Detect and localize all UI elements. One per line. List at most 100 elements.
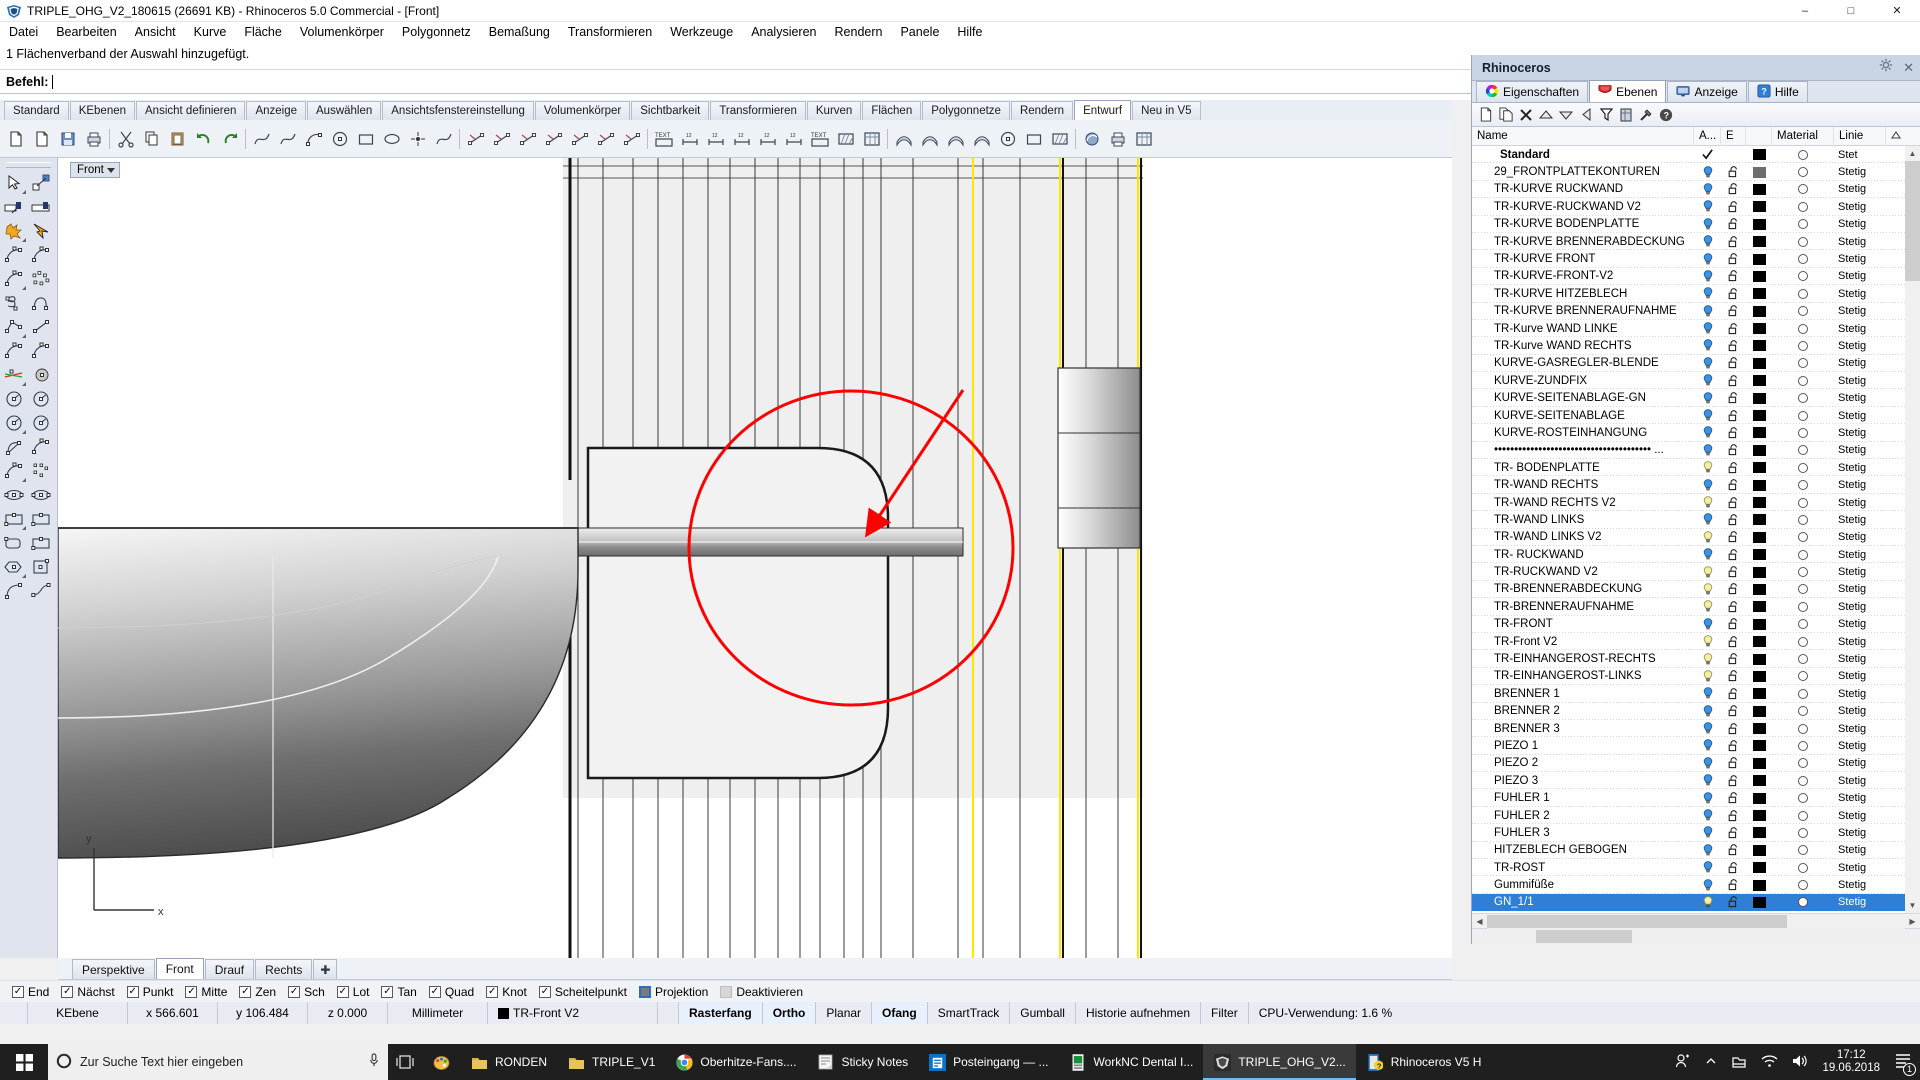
rectangle-3pt-icon[interactable]: [27, 507, 54, 531]
dim-linear-icon[interactable]: 12: [677, 127, 702, 151]
layer-row[interactable]: GummifüßeStetig: [1472, 876, 1920, 893]
layer-lock-icon[interactable]: [1721, 757, 1746, 769]
ellipse-diameter-icon[interactable]: [27, 483, 54, 507]
layer-linetype[interactable]: Stetig: [1834, 618, 1886, 630]
layer-material-icon[interactable]: [1772, 793, 1834, 803]
layer-visibility-bulb-icon[interactable]: [1694, 844, 1721, 857]
layer-material-icon[interactable]: [1772, 184, 1834, 194]
line-icon[interactable]: [27, 315, 54, 339]
osnap-projektion[interactable]: Projektion: [639, 985, 708, 999]
layer-name[interactable]: KURVE-ROSTEINHÄNGUNG: [1472, 427, 1694, 439]
layer-name[interactable]: PIEZO 1: [1472, 740, 1694, 752]
layer-row[interactable]: TR-WAND RECHTSStetig: [1472, 476, 1920, 493]
layer-linetype[interactable]: Stetig: [1834, 775, 1886, 787]
layer-color-swatch[interactable]: [1746, 880, 1772, 891]
layer-name[interactable]: TR-KURVE FRONT: [1472, 253, 1694, 265]
layer-visibility-bulb-icon[interactable]: [1694, 426, 1721, 439]
layer-name[interactable]: TR-KURVE-RÜCKWAND V2: [1472, 201, 1694, 213]
toolbar-tab-kurven[interactable]: Kurven: [807, 101, 861, 120]
layer-color-swatch[interactable]: [1746, 427, 1772, 438]
layer-visibility-bulb-icon[interactable]: [1694, 600, 1721, 613]
layer-name[interactable]: KURVE-GASREGLER-BLENDE: [1472, 357, 1694, 369]
layer-lock-icon[interactable]: [1721, 723, 1746, 735]
osnap-sch[interactable]: ✓Sch: [288, 985, 325, 999]
circle-icon[interactable]: [327, 127, 352, 151]
layer-visibility-bulb-icon[interactable]: [1694, 809, 1721, 822]
layer-row[interactable]: 29_FRONTPLATTEKONTURENStetig: [1472, 163, 1920, 180]
layer-column-e[interactable]: E: [1721, 127, 1746, 146]
layer-material-icon[interactable]: [1772, 376, 1834, 386]
layer-visibility-bulb-icon[interactable]: [1694, 635, 1721, 648]
layer-color-swatch[interactable]: [1746, 897, 1772, 908]
layer-material-icon[interactable]: [1772, 428, 1834, 438]
layer-visibility-bulb-icon[interactable]: [1694, 270, 1721, 283]
circle-center-icon[interactable]: [27, 387, 54, 411]
layer-material-icon[interactable]: [1772, 776, 1834, 786]
status-toggle-planar[interactable]: Planar: [816, 1002, 872, 1024]
save-icon[interactable]: [55, 127, 80, 151]
layer-material-icon[interactable]: [1772, 880, 1834, 890]
menu-item-volumenk-rper[interactable]: Volumenkörper: [291, 23, 393, 41]
loft-icon[interactable]: [917, 127, 942, 151]
menu-item-analysieren[interactable]: Analysieren: [742, 23, 825, 41]
layer-column-blank[interactable]: [1746, 127, 1772, 146]
layer-linetype[interactable]: Stetig: [1834, 688, 1886, 700]
toolbar-tab-standard[interactable]: Standard: [4, 101, 69, 120]
layer-color-swatch[interactable]: [1746, 567, 1772, 578]
layer-linetype[interactable]: Stetig: [1834, 844, 1886, 856]
scroll-up-icon[interactable]: ▲: [1905, 146, 1920, 161]
layer-color-swatch[interactable]: [1746, 706, 1772, 717]
layer-name[interactable]: Gummifüße: [1472, 879, 1694, 891]
helix-icon[interactable]: [0, 291, 27, 315]
menu-item-kurve[interactable]: Kurve: [185, 23, 236, 41]
layer-name[interactable]: HITZEBLECH GEBOGEN: [1472, 844, 1694, 856]
layer-name[interactable]: ••••••••••••••••••••••••••••••••••••••• …: [1472, 444, 1694, 456]
dim-angular-icon[interactable]: 12: [729, 127, 754, 151]
status-toggle-smarttrack[interactable]: SmartTrack: [928, 1002, 1011, 1024]
layer-color-swatch[interactable]: [1746, 845, 1772, 856]
layer-linetype[interactable]: Stetig: [1834, 583, 1886, 595]
rectangle-icon[interactable]: [0, 507, 27, 531]
layer-lock-icon[interactable]: [1721, 270, 1746, 282]
layer-row[interactable]: TR-RÜCKWAND V2Stetig: [1472, 563, 1920, 580]
layer-lock-icon[interactable]: [1721, 392, 1746, 404]
layer-visibility-bulb-icon[interactable]: [1694, 183, 1721, 196]
osnap-zen[interactable]: ✓Zen: [239, 985, 276, 999]
viewport-tab-drauf[interactable]: Drauf: [205, 959, 254, 979]
layer-material-icon[interactable]: [1772, 689, 1834, 699]
layer-name[interactable]: TR-WAND RECHTS V2: [1472, 497, 1694, 509]
layer-visibility-bulb-icon[interactable]: [1694, 566, 1721, 579]
sort-ascending-icon[interactable]: [1886, 127, 1906, 146]
layer-linetype[interactable]: Stetig: [1834, 653, 1886, 665]
layer-material-icon[interactable]: [1772, 237, 1834, 247]
layer-lock-icon[interactable]: [1721, 653, 1746, 665]
taskbar-item-oberhitze-fans-[interactable]: Oberhitze-Fans....: [665, 1044, 806, 1080]
cut-icon[interactable]: [113, 127, 138, 151]
layer-color-swatch[interactable]: [1746, 288, 1772, 299]
layer-linetype[interactable]: Stetig: [1834, 792, 1886, 804]
layer-color-swatch[interactable]: [1746, 445, 1772, 456]
triangle-icon[interactable]: [0, 435, 27, 459]
properties-icon[interactable]: [1617, 105, 1635, 125]
add-viewport-tab-button[interactable]: ✚: [313, 959, 337, 979]
layer-row[interactable]: TR-WAND LINKS V2Stetig: [1472, 529, 1920, 546]
layer-lock-icon[interactable]: [1721, 201, 1746, 213]
flyout-indicator-icon[interactable]: [22, 382, 26, 386]
layer-lock-icon[interactable]: [1721, 583, 1746, 595]
layer-visibility-bulb-icon[interactable]: [1694, 479, 1721, 492]
curve-icon[interactable]: [249, 127, 274, 151]
status-toggle-ortho[interactable]: Ortho: [763, 1002, 817, 1024]
select-arrow-icon[interactable]: [0, 171, 27, 195]
render-icon[interactable]: [1079, 127, 1104, 151]
hscroll-thumb[interactable]: [1487, 915, 1787, 928]
layer-lock-icon[interactable]: [1721, 305, 1746, 317]
cad-drawing[interactable]: y x: [58, 158, 1452, 958]
toolbar-tab-anzeige[interactable]: Anzeige: [246, 101, 306, 120]
arc-icon[interactable]: [301, 127, 326, 151]
layer-row[interactable]: FÜHLER 3Stetig: [1472, 824, 1920, 841]
layer-linetype[interactable]: Stetig: [1834, 497, 1886, 509]
layer-material-icon[interactable]: [1772, 167, 1834, 177]
layer-color-swatch[interactable]: [1746, 167, 1772, 178]
back-icon[interactable]: [1577, 105, 1595, 125]
layer-name[interactable]: TR-Front V2: [1472, 636, 1694, 648]
